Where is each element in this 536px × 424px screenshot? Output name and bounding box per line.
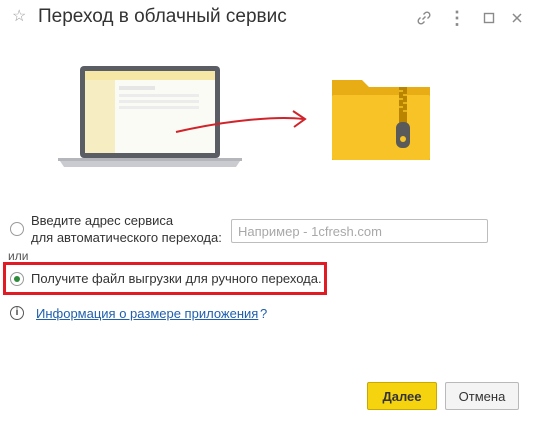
more-icon[interactable]: ⋮ — [447, 8, 467, 28]
service-address-input[interactable] — [231, 219, 488, 243]
radio-manual-transfer[interactable] — [10, 272, 24, 286]
laptop-illustration — [58, 66, 242, 167]
title-bar: ☆ Переход в облачный сервис ⋮ — [0, 0, 536, 36]
zip-folder-illustration — [332, 80, 430, 160]
auto-transfer-label: Введите адрес сервиса для автоматическог… — [31, 213, 222, 245]
transfer-illustration — [58, 66, 430, 167]
star-icon[interactable]: ☆ — [12, 9, 26, 25]
link-icon[interactable] — [414, 8, 434, 28]
separator-text: или — [8, 249, 29, 263]
cancel-button[interactable]: Отмена — [445, 382, 519, 410]
help-icon[interactable]: ? — [260, 306, 267, 321]
manual-transfer-label[interactable]: Получите файл выгрузки для ручного перех… — [31, 271, 322, 286]
app-size-info-link[interactable]: Информация о размере приложения — [36, 306, 258, 321]
maximize-icon[interactable] — [479, 8, 499, 28]
info-icon: i — [10, 306, 24, 320]
next-button[interactable]: Далее — [367, 382, 437, 410]
radio-auto-transfer[interactable] — [10, 222, 24, 236]
window-title: Переход в облачный сервис — [38, 6, 287, 27]
close-icon[interactable] — [507, 8, 527, 28]
